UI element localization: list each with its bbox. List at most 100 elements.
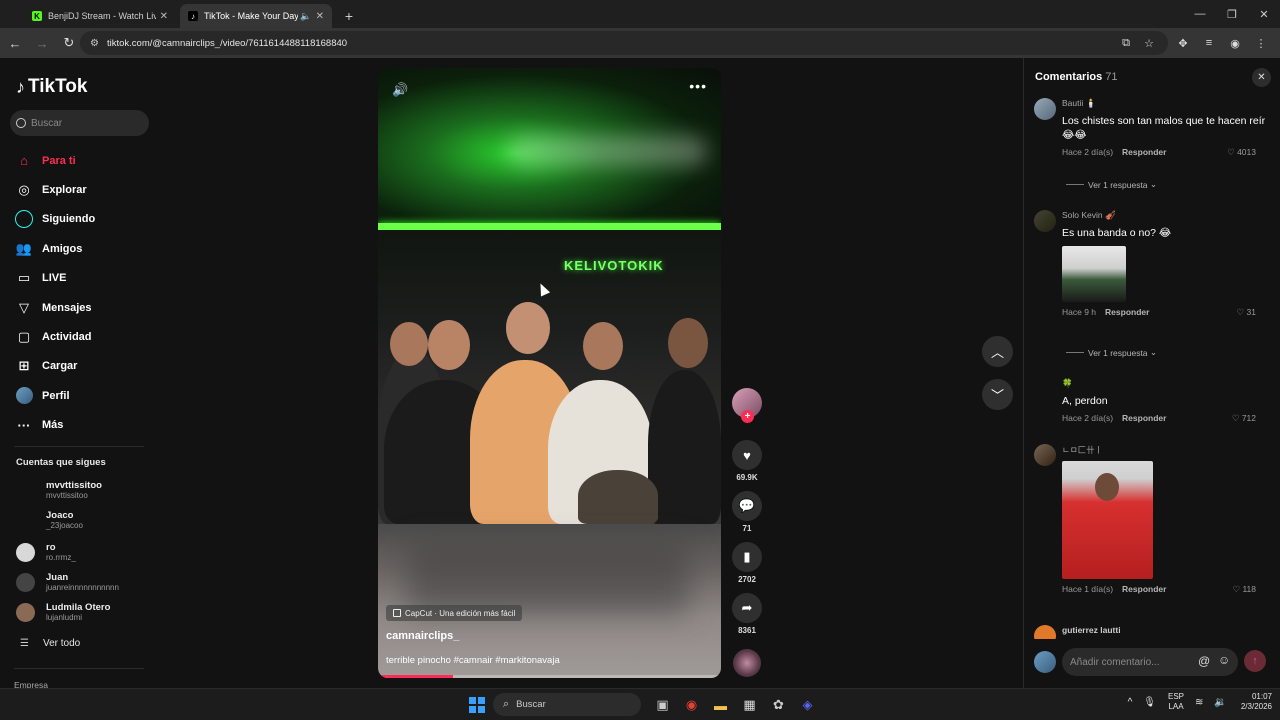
sidebar-item-perfil[interactable]: Perfil — [14, 381, 95, 410]
reply-button[interactable]: Responder — [1122, 584, 1166, 594]
chevron-up-icon[interactable]: ^ — [1128, 697, 1133, 708]
see-all-link[interactable]: ☰ Ver todo — [20, 638, 80, 649]
sidebar-item-amigos[interactable]: 👥 Amigos — [14, 234, 95, 263]
sidebar-item-para-ti[interactable]: ⌂ Para ti — [14, 146, 95, 175]
sidebar-item-live[interactable]: ▭ LIVE — [14, 264, 95, 293]
comment-sticker-image[interactable] — [1062, 246, 1126, 302]
comment-likes[interactable]: ♡ 4013 — [1227, 147, 1256, 158]
comment-likes[interactable]: ♡ 712 — [1232, 413, 1256, 424]
store-icon[interactable]: ▦ — [735, 693, 764, 717]
search-box[interactable] — [10, 110, 149, 136]
comment-user[interactable]: Solo Kevin 🎻 — [1062, 210, 1274, 221]
back-icon[interactable]: ← — [3, 31, 27, 55]
author-avatar[interactable]: + — [732, 388, 762, 423]
following-account[interactable]: Ludmila Otero lujanludmi — [16, 602, 110, 623]
comment-action[interactable]: 💬 71 — [729, 491, 765, 533]
chrome-icon[interactable]: ◉ — [677, 693, 706, 717]
heart-icon[interactable]: ♥ — [732, 440, 762, 470]
video-progress-bar[interactable] — [378, 675, 721, 678]
close-icon[interactable]: ✕ — [1252, 68, 1271, 87]
follow-plus-icon[interactable]: + — [741, 410, 754, 423]
comment-user[interactable]: Bautii 🕯️ — [1062, 98, 1274, 109]
comment-user[interactable]: ㄴㅁ匚卄ㅣ — [1062, 444, 1274, 456]
speaker-icon[interactable]: 🔈 — [300, 11, 311, 22]
video-author[interactable]: camnairclips_ — [386, 630, 459, 642]
comment-icon[interactable]: 💬 — [732, 491, 762, 521]
extensions-icon[interactable]: ✥ — [1170, 31, 1196, 55]
comment-input[interactable] — [1062, 648, 1238, 676]
music-disc-icon[interactable] — [733, 649, 761, 677]
taskbar-search[interactable]: ⌕ Buscar — [493, 693, 641, 716]
file-explorer-icon[interactable]: ▬ — [706, 693, 735, 717]
like-action[interactable]: ♥ 69.9K — [729, 440, 765, 482]
save-action[interactable]: ▮ 2702 — [729, 542, 765, 584]
capcut-badge[interactable]: CapCut · Una edición más fácil — [386, 605, 523, 621]
video-player[interactable]: KELIVOTOKIK 🔊 ••• CapCut · Una edición m… — [378, 68, 721, 678]
following-account[interactable]: ro ro.rrmz_ — [16, 542, 76, 563]
microphone-icon[interactable]: 🎙 — [1143, 697, 1156, 708]
close-tab-icon[interactable]: ✕ — [316, 11, 324, 22]
url-text: tiktok.com/@camnairclips_/video/76116144… — [106, 37, 348, 49]
following-account[interactable]: Juan juanreinnnnnnnnnnn — [16, 572, 119, 593]
mention-icon[interactable]: @ — [1198, 654, 1210, 668]
language-indicator[interactable]: ESP LAA — [1168, 692, 1184, 712]
browser-tab-tiktok[interactable]: ♪ TikTok - Make Your Day 🔈 ✕ — [180, 4, 332, 28]
next-video-button[interactable]: ﹀ — [982, 379, 1013, 410]
view-replies-button[interactable]: Ver 1 respuesta ⌄ — [1066, 347, 1157, 358]
speaker-icon[interactable]: 🔉 — [1214, 697, 1226, 708]
comment-sticker-image[interactable] — [1062, 461, 1153, 579]
site-info-icon[interactable]: ⚙ — [90, 38, 99, 49]
sidebar-item-explorar[interactable]: ◎ Explorar — [14, 175, 95, 204]
wifi-icon[interactable]: ≋ — [1195, 697, 1203, 708]
reply-button[interactable]: Responder — [1122, 413, 1166, 423]
following-account[interactable]: mvvttissitoo mvvttissitoo — [16, 480, 102, 501]
bookmark-icon[interactable]: ▮ — [732, 542, 762, 572]
app-icon[interactable]: ✿ — [764, 693, 793, 717]
profile-icon[interactable]: ◉ — [1222, 31, 1248, 55]
share-action[interactable]: ➦ 8361 — [729, 593, 765, 635]
minimize-icon[interactable]: — — [1184, 0, 1216, 28]
discord-icon[interactable]: ◈ — [793, 693, 822, 717]
close-tab-icon[interactable]: ✕ — [160, 11, 168, 22]
reload-icon[interactable]: ↻ — [57, 31, 81, 55]
send-button[interactable]: ↑ — [1244, 650, 1266, 672]
address-bar[interactable]: ⚙ tiktok.com/@camnairclips_/video/761161… — [80, 31, 1168, 55]
emoji-icon[interactable]: ☺ — [1218, 653, 1230, 667]
avatar[interactable] — [1034, 444, 1056, 466]
windows-start-icon[interactable] — [469, 697, 485, 713]
reply-button[interactable]: Responder — [1122, 147, 1166, 157]
tiktok-logo[interactable]: ♪ TikTok — [16, 76, 87, 98]
video-caption[interactable]: terrible pinocho #camnair #markitonavaja — [386, 655, 560, 666]
new-tab-button[interactable]: + — [338, 5, 360, 27]
comment-user[interactable]: 🍀 — [1062, 378, 1274, 389]
clock[interactable]: 01:07 2/3/2026 — [1241, 692, 1272, 712]
sidebar-item-cargar[interactable]: ⊞ Cargar — [14, 352, 95, 381]
task-view-icon[interactable]: ▣ — [648, 693, 677, 717]
sidebar-item-mas[interactable]: ··· Más — [14, 411, 95, 440]
volume-icon[interactable]: 🔊 — [392, 82, 408, 98]
sidebar-item-mensajes[interactable]: ▽ Mensajes — [14, 293, 95, 322]
sidebar-item-actividad[interactable]: ▢ Actividad — [14, 322, 95, 351]
previous-video-button[interactable]: ︿ — [982, 336, 1013, 367]
avatar[interactable] — [1034, 98, 1056, 120]
menu-dots-icon[interactable]: ⋮ — [1248, 31, 1274, 55]
install-app-icon[interactable]: ⧉ — [1122, 37, 1130, 50]
avatar[interactable] — [1034, 625, 1056, 639]
comment-user[interactable]: gutierrez lautti — [1062, 625, 1274, 635]
reply-button[interactable]: Responder — [1105, 307, 1149, 317]
more-options-icon[interactable]: ••• — [689, 78, 707, 94]
browser-tab-kick[interactable]: K BenjiDJ Stream - Watch Live o ✕ — [24, 4, 176, 28]
bookmark-star-icon[interactable]: ☆ — [1144, 37, 1154, 50]
sidebar-item-siguiendo[interactable]: Siguiendo — [14, 205, 95, 234]
comment-likes[interactable]: ♡ 31 — [1237, 307, 1256, 318]
following-account[interactable]: Joaco _23joacoo — [16, 510, 83, 531]
forward-icon[interactable]: → — [30, 31, 54, 55]
search-input[interactable] — [31, 117, 141, 129]
maximize-icon[interactable]: ❐ — [1216, 0, 1248, 28]
close-window-icon[interactable]: ✕ — [1248, 0, 1280, 28]
avatar[interactable] — [1034, 210, 1056, 232]
comment-likes[interactable]: ♡ 118 — [1232, 584, 1256, 595]
view-replies-button[interactable]: Ver 1 respuesta ⌄ — [1066, 179, 1157, 190]
media-controls-icon[interactable]: ≡ — [1196, 31, 1222, 55]
share-icon[interactable]: ➦ — [732, 593, 762, 623]
